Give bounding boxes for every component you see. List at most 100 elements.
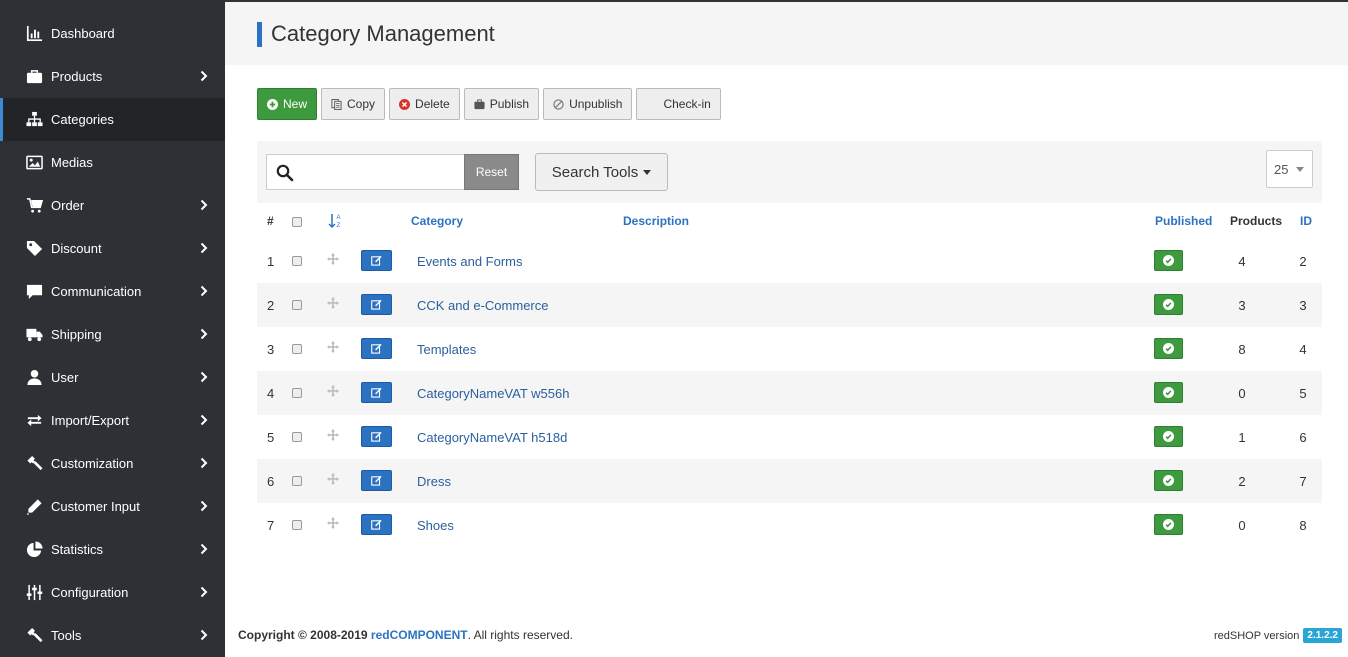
copy-button-label: Copy bbox=[347, 97, 376, 111]
drag-handle-icon[interactable] bbox=[327, 473, 339, 485]
sidebar-item-configuration[interactable]: Configuration bbox=[0, 571, 225, 614]
sidebar-item-label: User bbox=[51, 370, 79, 385]
category-link[interactable]: Templates bbox=[417, 342, 476, 357]
unpublish-button[interactable]: Unpublish bbox=[543, 88, 633, 120]
footer-copyright: Copyright © 2008-2019 redCOMPONENT. All … bbox=[238, 628, 573, 642]
publish-button-label: Publish bbox=[489, 97, 530, 111]
col-id[interactable]: ID bbox=[1300, 214, 1312, 228]
category-link[interactable]: Dress bbox=[417, 474, 451, 489]
main-content: Category Management New Copy Delete Publ… bbox=[225, 2, 1348, 657]
sidebar-item-products[interactable]: Products bbox=[0, 55, 225, 98]
sidebar-item-communication[interactable]: Communication bbox=[0, 270, 225, 313]
drag-handle-icon[interactable] bbox=[327, 517, 339, 529]
search-input[interactable] bbox=[266, 154, 465, 190]
category-link[interactable]: Shoes bbox=[417, 518, 454, 533]
published-toggle[interactable] bbox=[1154, 382, 1183, 403]
copyright-suffix: . All rights reserved. bbox=[467, 628, 573, 642]
sidebar-item-order[interactable]: Order bbox=[0, 184, 225, 227]
published-toggle[interactable] bbox=[1154, 294, 1183, 315]
sort-az-icon[interactable]: AZ bbox=[328, 213, 342, 232]
footer-version: redSHOP version 2.1.2.2 bbox=[1214, 628, 1342, 643]
hammer-icon bbox=[25, 626, 44, 645]
table-row: 2 CCK and e-Commerce 3 3 bbox=[257, 283, 1322, 327]
drag-handle-icon[interactable] bbox=[327, 253, 339, 265]
new-button-label: New bbox=[283, 97, 308, 111]
row-checkbox[interactable] bbox=[292, 476, 302, 486]
row-checkbox[interactable] bbox=[292, 520, 302, 530]
plus-circle-icon bbox=[267, 98, 278, 110]
sidebar-item-import-export[interactable]: Import/Export bbox=[0, 399, 225, 442]
copy-button[interactable]: Copy bbox=[321, 88, 386, 120]
category-link[interactable]: CCK and e-Commerce bbox=[417, 298, 549, 313]
search-tools-button[interactable]: Search Tools bbox=[535, 153, 668, 191]
search-tools-label: Search Tools bbox=[551, 163, 639, 181]
sidebar-item-medias[interactable]: Medias bbox=[0, 141, 225, 184]
category-link[interactable]: CategoryNameVAT w556h bbox=[417, 386, 569, 401]
sidebar-item-tools[interactable]: Tools bbox=[0, 614, 225, 657]
drag-handle-icon[interactable] bbox=[327, 297, 339, 309]
edit-button[interactable] bbox=[361, 294, 392, 315]
row-number: 5 bbox=[267, 430, 275, 445]
chevron-right-icon bbox=[200, 242, 208, 254]
edit-button[interactable] bbox=[361, 470, 392, 491]
row-checkbox[interactable] bbox=[292, 432, 302, 442]
published-toggle[interactable] bbox=[1154, 250, 1183, 271]
category-id: 8 bbox=[1299, 518, 1307, 533]
sidebar-item-label: Dashboard bbox=[51, 26, 115, 41]
category-link[interactable]: CategoryNameVAT h518d bbox=[417, 430, 567, 445]
col-published[interactable]: Published bbox=[1155, 214, 1212, 228]
published-toggle[interactable] bbox=[1154, 426, 1183, 447]
page-title: Category Management bbox=[271, 21, 495, 46]
row-checkbox[interactable] bbox=[292, 388, 302, 398]
table-header: # AZ Category Description Published Prod… bbox=[257, 203, 1322, 239]
brand-link[interactable]: redCOMPONENT bbox=[371, 628, 468, 642]
row-number: 4 bbox=[267, 386, 275, 401]
sidebar-item-label: Customization bbox=[51, 456, 134, 471]
checkin-button-label: Check-in bbox=[663, 97, 711, 111]
drag-handle-icon[interactable] bbox=[327, 385, 339, 397]
new-button[interactable]: New bbox=[257, 88, 318, 120]
sliders-icon bbox=[25, 583, 44, 602]
row-checkbox[interactable] bbox=[292, 300, 302, 310]
chevron-right-icon bbox=[200, 500, 208, 512]
edit-button[interactable] bbox=[361, 338, 392, 359]
tag-icon bbox=[25, 239, 44, 258]
row-checkbox[interactable] bbox=[292, 256, 302, 266]
published-toggle[interactable] bbox=[1154, 338, 1183, 359]
sidebar-item-dashboard[interactable]: Dashboard bbox=[0, 12, 225, 55]
edit-button[interactable] bbox=[361, 382, 392, 403]
list-limit-select[interactable]: 25 bbox=[1266, 150, 1313, 188]
row-checkbox[interactable] bbox=[292, 344, 302, 354]
sidebar-item-label: Medias bbox=[51, 155, 93, 170]
publish-button[interactable]: Publish bbox=[463, 88, 540, 120]
sidebar-item-label: Configuration bbox=[51, 585, 129, 600]
category-link[interactable]: Events and Forms bbox=[417, 254, 523, 269]
sidebar-item-customization[interactable]: Customization bbox=[0, 442, 225, 485]
reset-button[interactable]: Reset bbox=[464, 154, 519, 190]
drag-handle-icon[interactable] bbox=[327, 429, 339, 441]
drag-handle-icon[interactable] bbox=[327, 341, 339, 353]
sidebar-item-discount[interactable]: Discount bbox=[0, 227, 225, 270]
checkin-button[interactable]: Check-in bbox=[636, 88, 721, 120]
chevron-right-icon bbox=[200, 457, 208, 469]
sidebar-item-user[interactable]: User bbox=[0, 356, 225, 399]
dashboard-icon bbox=[25, 24, 44, 43]
col-category[interactable]: Category bbox=[411, 214, 463, 228]
check-circle-icon bbox=[1163, 255, 1174, 266]
sidebar-item-shipping[interactable]: Shipping bbox=[0, 313, 225, 356]
published-toggle[interactable] bbox=[1154, 470, 1183, 491]
sidebar-item-categories[interactable]: Categories bbox=[0, 98, 225, 141]
published-toggle[interactable] bbox=[1154, 514, 1183, 535]
select-all-checkbox[interactable] bbox=[292, 217, 302, 227]
edit-button[interactable] bbox=[361, 426, 392, 447]
category-id: 5 bbox=[1299, 386, 1307, 401]
sidebar-item-customer-input[interactable]: Customer Input bbox=[0, 485, 225, 528]
products-count: 8 bbox=[1238, 342, 1246, 357]
edit-button[interactable] bbox=[361, 514, 392, 535]
delete-button[interactable]: Delete bbox=[389, 88, 460, 120]
col-description[interactable]: Description bbox=[623, 214, 689, 228]
products-count: 0 bbox=[1238, 518, 1246, 533]
edit-button[interactable] bbox=[361, 250, 392, 271]
sidebar-item-statistics[interactable]: Statistics bbox=[0, 528, 225, 571]
image-icon bbox=[25, 153, 44, 172]
